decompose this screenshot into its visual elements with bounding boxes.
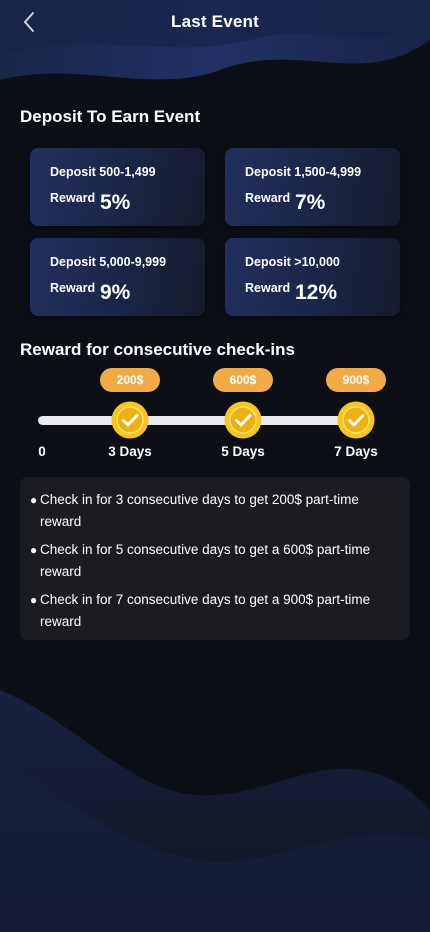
checked-coin-icon (337, 401, 375, 439)
deposit-range: Deposit 500-1,499 (50, 165, 156, 179)
deposit-card[interactable]: Deposit 5,000-9,999 Reward 9% (30, 238, 205, 316)
checkin-section-title: Reward for consecutive check-ins (20, 340, 295, 359)
rule-text: Check in for 3 consecutive days to get 2… (40, 492, 359, 529)
reward-value: 12% (295, 281, 338, 304)
milestone-day-label: 5 Days (221, 444, 265, 459)
milestone-day-label: 7 Days (334, 444, 378, 459)
rule-text: Check in for 5 consecutive days to get a… (40, 542, 371, 579)
back-arrow-icon[interactable] (18, 10, 42, 34)
checked-coin-icon (111, 401, 149, 439)
deposit-card[interactable]: Deposit >10,000 Reward 12% (225, 238, 400, 316)
deposit-range: Deposit 1,500-4,999 (245, 165, 362, 179)
reward-label: Reward (245, 281, 291, 295)
milestone-reward-badge: 200$ (100, 368, 160, 392)
deposit-range: Deposit 5,000-9,999 (50, 255, 167, 269)
rule-item: ● Check in for 7 consecutive days to get… (30, 589, 396, 633)
bullet-icon: ● (30, 593, 38, 607)
page: Last Event Deposit To Earn Event Deposit… (0, 0, 430, 932)
reward-label: Reward (50, 281, 96, 295)
milestone-reward-badge: 600$ (213, 368, 273, 392)
rule-text: Check in for 7 consecutive days to get a… (40, 592, 371, 629)
rule-item: ● Check in for 3 consecutive days to get… (30, 489, 396, 533)
deposit-section-title: Deposit To Earn Event (20, 107, 201, 126)
milestone-reward-badge: 900$ (326, 368, 386, 392)
deposit-card[interactable]: Deposit 500-1,499 Reward 5% (30, 148, 205, 226)
reward-value: 9% (100, 281, 131, 304)
background-waves (0, 0, 430, 932)
milestone-day-label: 3 Days (108, 444, 152, 459)
bullet-icon: ● (30, 543, 38, 557)
deposit-range: Deposit >10,000 (245, 255, 340, 269)
progress-track (38, 416, 374, 425)
page-title: Last Event (171, 12, 259, 31)
reward-value: 5% (100, 191, 131, 214)
reward-label: Reward (245, 191, 291, 205)
start-day-label: 0 (38, 444, 46, 459)
reward-value: 7% (295, 191, 326, 214)
deposit-card[interactable]: Deposit 1,500-4,999 Reward 7% (225, 148, 400, 226)
rules-box: ● Check in for 3 consecutive days to get… (20, 477, 410, 640)
checked-coin-icon (224, 401, 262, 439)
reward-label: Reward (50, 191, 96, 205)
header: Last Event (0, 0, 430, 44)
rule-item: ● Check in for 5 consecutive days to get… (30, 539, 396, 583)
bullet-icon: ● (30, 493, 38, 507)
